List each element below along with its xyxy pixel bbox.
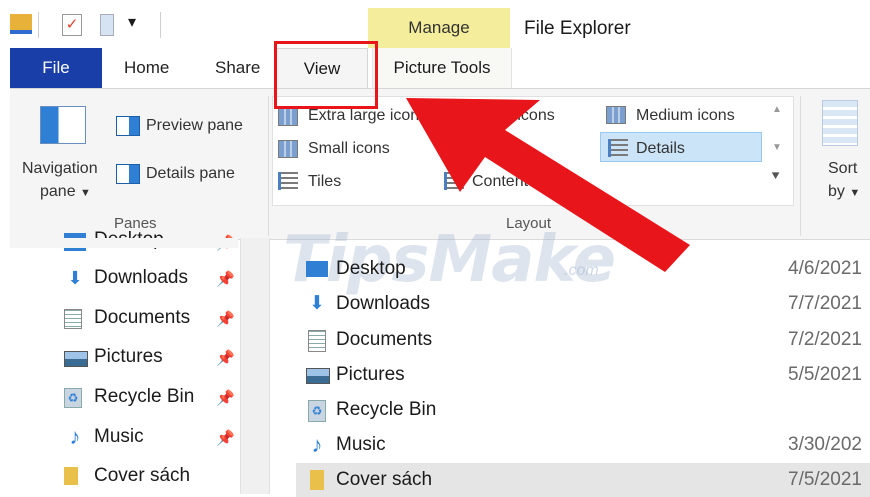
red-arrow-shape	[406, 98, 690, 272]
red-arrow-annotation	[406, 98, 690, 272]
